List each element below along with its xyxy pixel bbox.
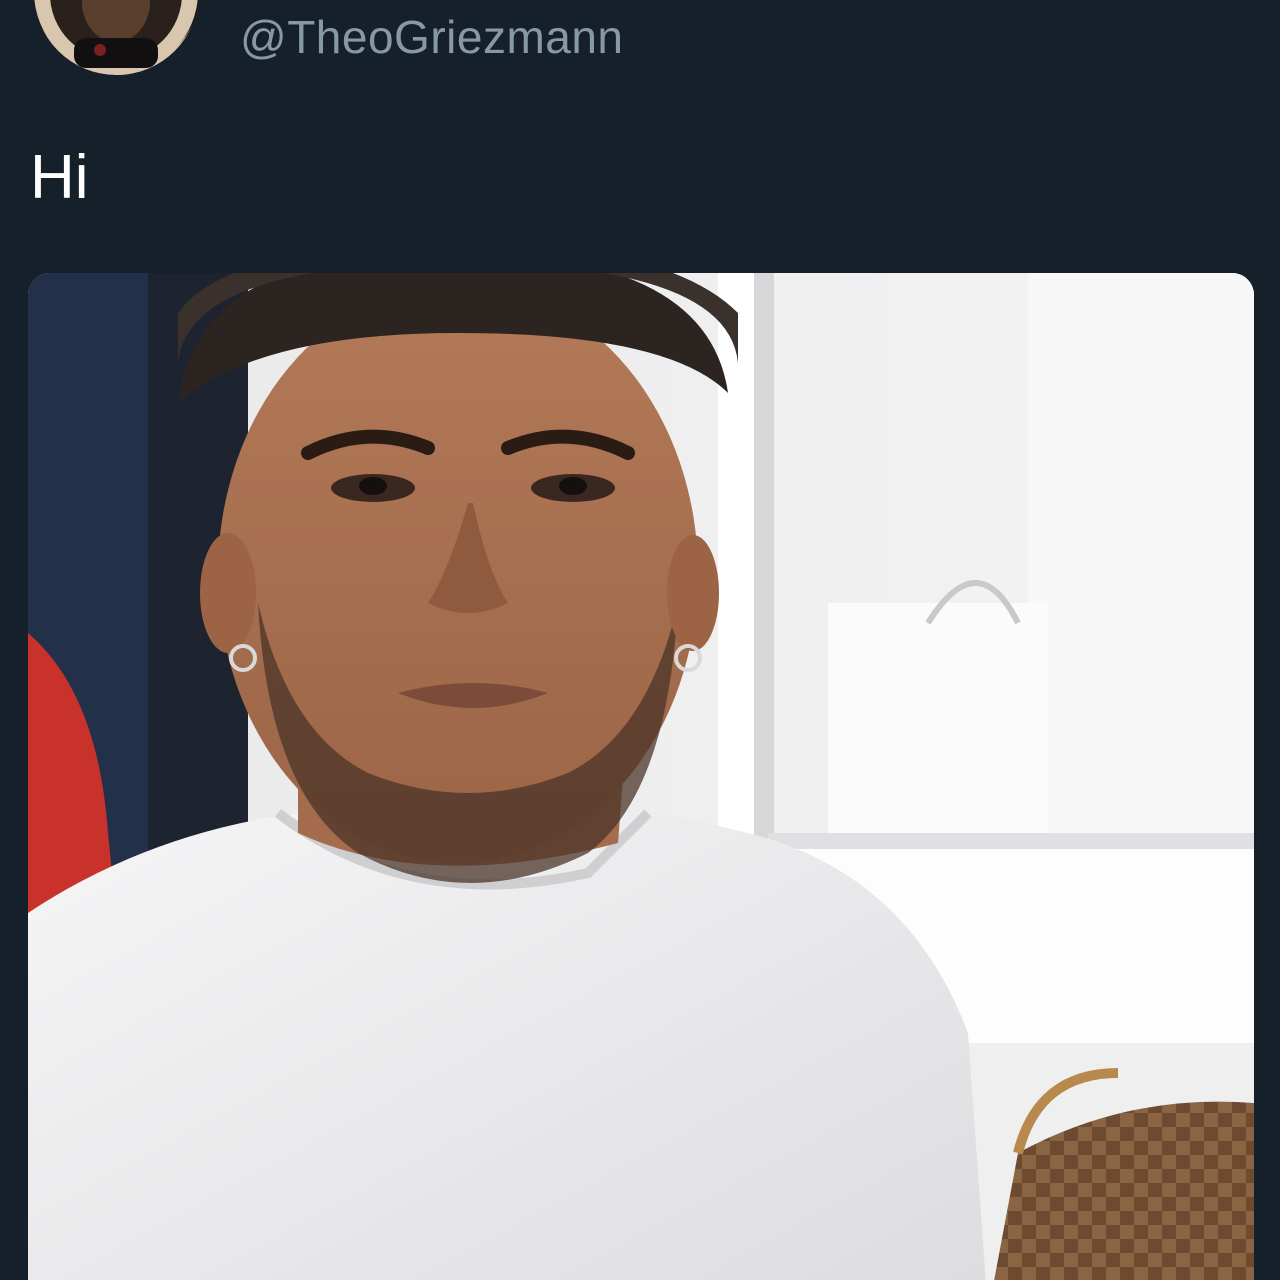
user-handle[interactable]: @TheoGriezmann [240,10,624,64]
avatar-icon [34,0,198,74]
tweet-media-photo[interactable] [28,273,1254,1280]
profile-avatar[interactable] [34,0,199,75]
tweet-text: Hi [30,143,89,212]
selfie-photo-icon [28,273,1254,1280]
tweet-card: @TheoGriezmann Hi [0,0,1280,1280]
